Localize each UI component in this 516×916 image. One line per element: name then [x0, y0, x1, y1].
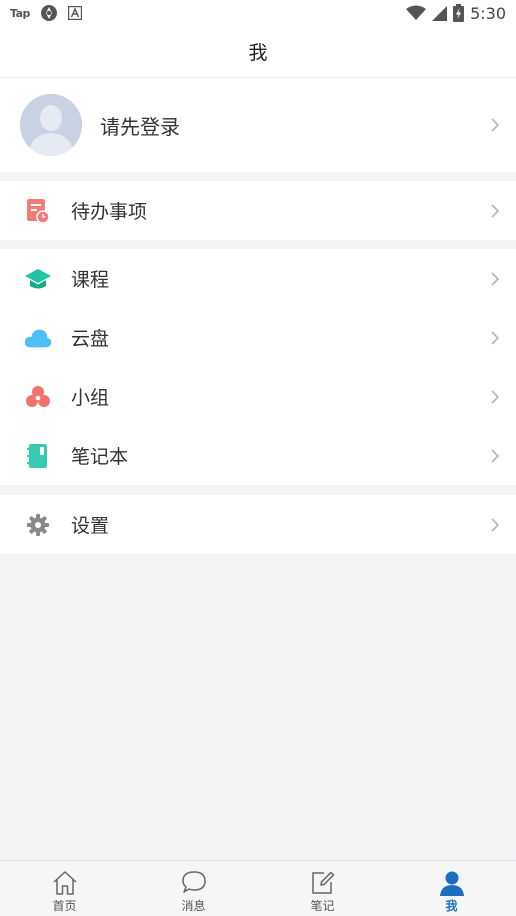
- chevron-right-icon: [491, 203, 500, 218]
- carrier-label: Tap: [10, 6, 30, 20]
- settings-section: 设置: [0, 495, 516, 554]
- font-icon: [67, 6, 82, 20]
- tab-me[interactable]: 我: [387, 861, 516, 916]
- menu-item-settings-label: 设置: [71, 515, 110, 537]
- message-icon: [181, 871, 206, 893]
- sync-icon: [40, 5, 57, 21]
- tab-home-label: 首页: [52, 899, 77, 913]
- bottom-tab-bar: 首页 消息 笔记 我: [0, 860, 516, 916]
- main-menu-section: 课程 云盘 小组 笔记本: [0, 249, 516, 485]
- tab-notes[interactable]: 笔记: [258, 861, 387, 916]
- menu-item-settings[interactable]: 设置: [0, 495, 516, 554]
- status-bar: Tap 5:30: [0, 0, 516, 26]
- tab-messages[interactable]: 消息: [129, 861, 258, 916]
- chevron-right-icon: [491, 448, 500, 463]
- chevron-right-icon: [491, 330, 500, 345]
- todo-section: 待办事项: [0, 181, 516, 240]
- tab-messages-label: 消息: [181, 899, 206, 913]
- graduation-cap-icon: [24, 265, 52, 293]
- chevron-right-icon: [491, 118, 500, 132]
- page-title: 我: [248, 42, 268, 64]
- battery-icon: [453, 4, 465, 22]
- menu-item-courses-label: 课程: [71, 269, 110, 291]
- menu-item-cloud-label: 云盘: [71, 328, 110, 350]
- menu-item-groups[interactable]: 小组: [0, 367, 516, 426]
- login-prompt: 请先登录: [100, 114, 180, 139]
- menu-item-cloud[interactable]: 云盘: [0, 308, 516, 367]
- clock: 5:30: [470, 3, 506, 23]
- menu-item-notebook[interactable]: 笔记本: [0, 426, 516, 485]
- title-bar: 我: [0, 26, 516, 78]
- chevron-right-icon: [491, 517, 500, 532]
- cloud-icon: [24, 324, 52, 352]
- login-row[interactable]: 请先登录: [0, 78, 516, 172]
- menu-item-notebook-label: 笔记本: [71, 446, 129, 468]
- tab-home[interactable]: 首页: [0, 861, 129, 916]
- tab-me-label: 我: [445, 899, 458, 913]
- menu-item-todo-label: 待办事项: [71, 201, 148, 223]
- profile-icon: [439, 871, 464, 896]
- note-edit-icon: [311, 871, 334, 894]
- menu-item-todo[interactable]: 待办事项: [0, 181, 516, 240]
- wifi-icon: [406, 5, 427, 20]
- menu-item-groups-label: 小组: [71, 387, 110, 409]
- avatar: [20, 94, 82, 156]
- notebook-icon: [24, 442, 52, 470]
- avatar-placeholder-icon: [20, 94, 82, 156]
- chevron-right-icon: [491, 389, 500, 404]
- gear-icon: [24, 511, 52, 539]
- home-icon: [52, 871, 77, 895]
- group-icon: [24, 383, 52, 411]
- signal-icon: [432, 5, 448, 21]
- menu-item-courses[interactable]: 课程: [0, 249, 516, 308]
- chevron-right-icon: [491, 271, 500, 286]
- todo-icon: [24, 197, 52, 225]
- tab-notes-label: 笔记: [310, 899, 335, 913]
